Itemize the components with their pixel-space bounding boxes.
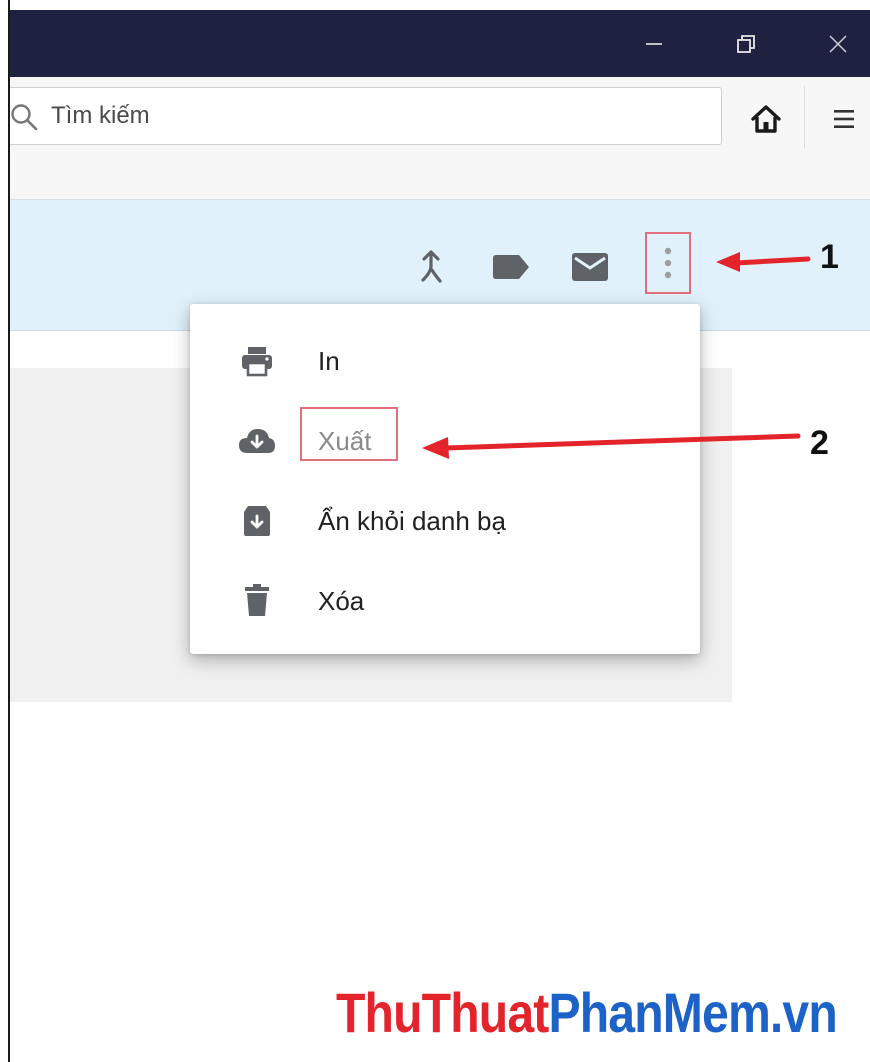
menu-item-delete[interactable]: Xóa	[190, 560, 700, 640]
home-icon	[751, 105, 781, 133]
minimize-button[interactable]	[624, 10, 684, 77]
watermark-logo: ThuThuatPhanMem.vn	[336, 980, 838, 1045]
home-button[interactable]	[744, 97, 788, 141]
watermark-part-2: PhanMem.vn	[548, 981, 837, 1044]
cloud-download-icon	[238, 424, 276, 458]
minimize-icon	[646, 42, 662, 45]
menu-item-print[interactable]: In	[190, 320, 700, 400]
label-icon	[493, 255, 529, 279]
more-actions-menu: In Xuất Ẩn khỏi danh bạ Xóa	[190, 304, 700, 654]
window-left-edge	[0, 0, 10, 1062]
email-button[interactable]	[566, 243, 614, 291]
menu-item-label: In	[318, 346, 340, 376]
bookmarks-strip	[10, 159, 870, 200]
trash-icon	[238, 584, 276, 618]
menu-item-hide-from-contacts[interactable]: Ẩn khỏi danh bạ	[190, 480, 700, 560]
search-input[interactable]	[51, 98, 651, 134]
annotation-arrow-1	[716, 252, 811, 272]
hamburger-menu-icon	[834, 110, 854, 128]
top-edge	[0, 0, 870, 10]
print-icon	[238, 344, 276, 378]
toolbar-separator	[804, 86, 805, 148]
annotation-step-1: 1	[820, 238, 839, 276]
close-button[interactable]	[808, 10, 868, 77]
menu-item-label: Ẩn khỏi danh bạ	[318, 506, 506, 536]
search-icon	[11, 104, 38, 131]
merge-icon	[421, 250, 442, 283]
close-icon	[829, 34, 847, 53]
annotation-step-2: 2	[810, 424, 829, 462]
export-highlight-box	[300, 407, 398, 461]
restore-button[interactable]	[716, 10, 776, 77]
archive-icon	[238, 504, 276, 538]
more-actions-button[interactable]	[645, 232, 691, 294]
search-box[interactable]	[0, 87, 722, 145]
annotation-arrow-2	[422, 433, 801, 459]
merge-button[interactable]	[407, 243, 455, 291]
browser-menu-button[interactable]	[822, 97, 866, 141]
restore-icon	[737, 34, 755, 53]
screenshot-frame: In Xuất Ẩn khỏi danh bạ	[0, 0, 870, 1062]
watermark-part-1: ThuThuat	[336, 981, 549, 1044]
more-vertical-icon	[664, 247, 672, 279]
mail-icon	[572, 253, 608, 281]
label-button[interactable]	[487, 243, 535, 291]
menu-item-label: Xóa	[318, 586, 365, 616]
